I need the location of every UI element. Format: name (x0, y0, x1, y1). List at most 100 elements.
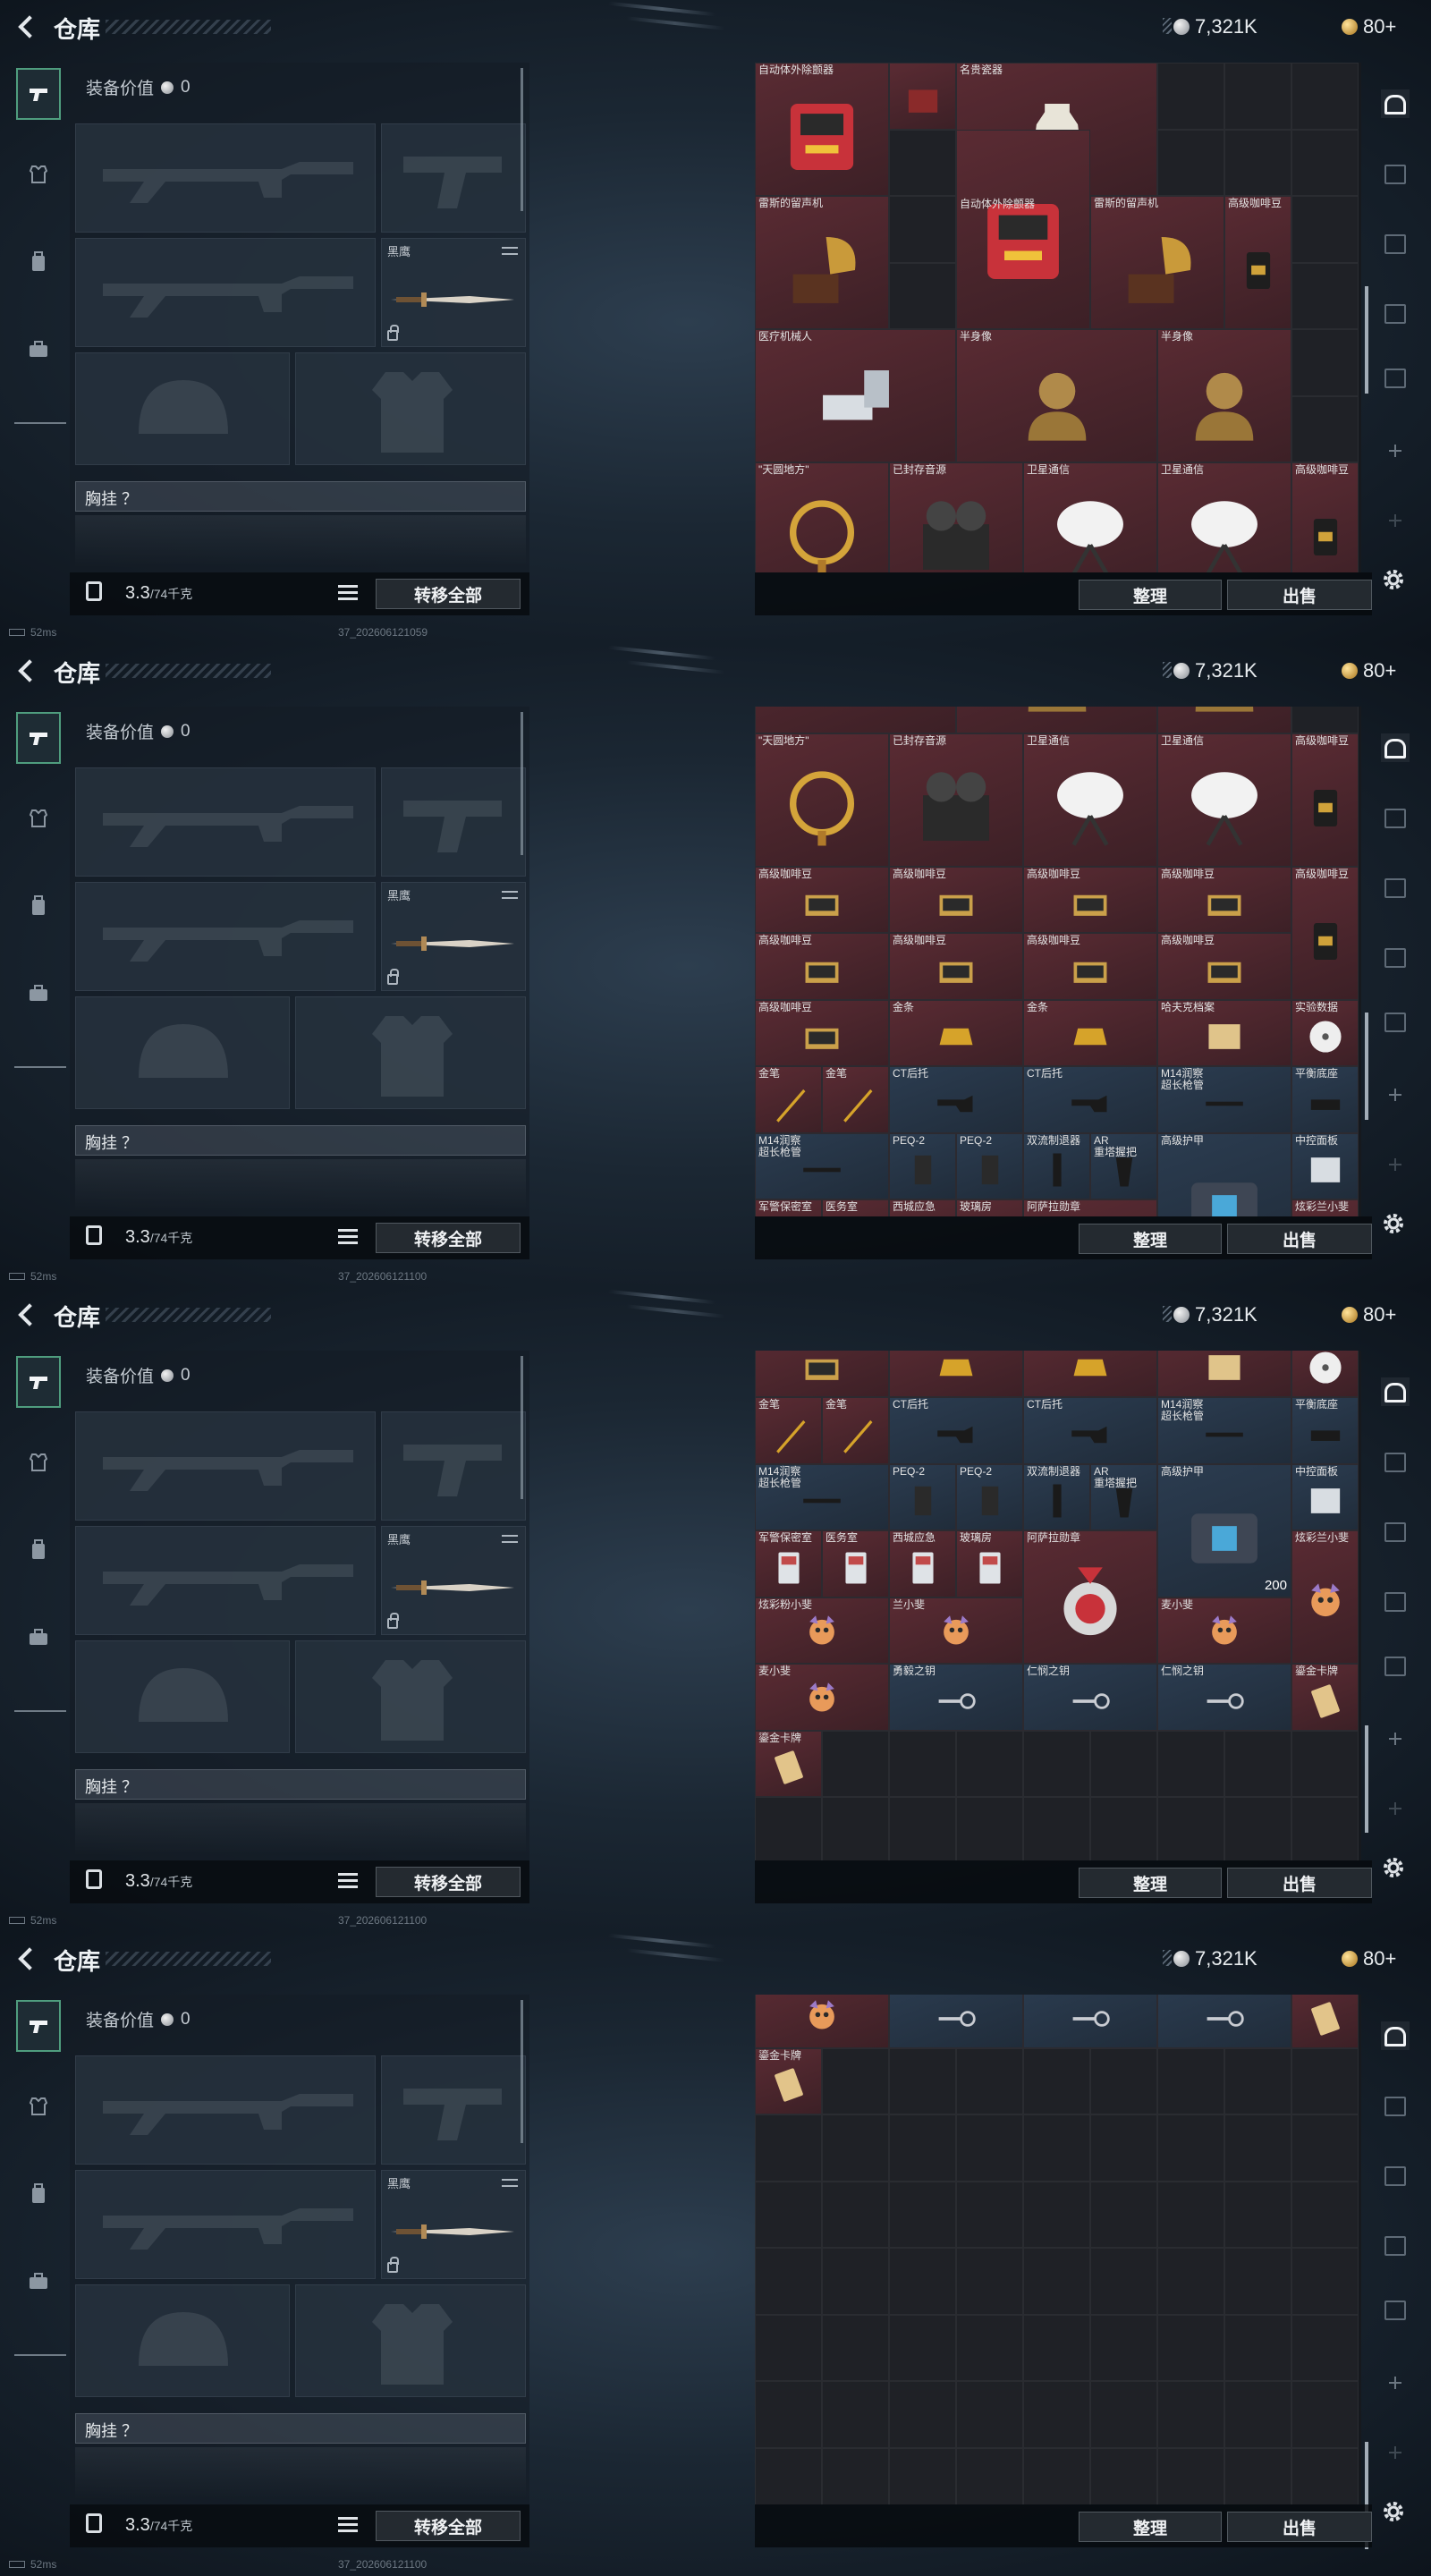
empty-grid-cell[interactable] (1023, 2447, 1090, 2504)
empty-grid-cell[interactable] (1157, 2114, 1224, 2182)
tab-weapons[interactable] (16, 2000, 61, 2052)
empty-grid-cell[interactable] (755, 2114, 822, 2182)
silver-currency[interactable]: 7,321K (1163, 1302, 1257, 1327)
inventory-item[interactable]: 金条 (1023, 999, 1157, 1067)
empty-grid-cell[interactable] (1291, 395, 1359, 462)
tab-backpack[interactable] (16, 236, 61, 288)
inventory-item[interactable]: AR 重塔握把 (1090, 1463, 1157, 1531)
warehouse-tab-5[interactable] (1381, 1007, 1410, 1036)
inventory-item[interactable]: 仁悯之钥 (1023, 1664, 1157, 1731)
melee-slot[interactable]: 黑鹰 (381, 2170, 526, 2279)
empty-grid-cell[interactable] (755, 2447, 822, 2504)
inventory-item[interactable]: 中控面板 (1291, 1132, 1359, 1200)
warehouse-tab-4[interactable] (1381, 1587, 1410, 1615)
warehouse-scrollbar[interactable] (1365, 286, 1368, 394)
chest-rig-slot[interactable]: 胸挂 ？ (75, 481, 526, 512)
warehouse-tab-4[interactable] (1381, 299, 1410, 327)
warehouse-tab-5[interactable] (1381, 1651, 1410, 1680)
inventory-item[interactable]: 实验数据 (1291, 1351, 1359, 1398)
tab-case[interactable] (16, 1612, 61, 1664)
inventory-item[interactable]: 炫彩兰小斐 (1291, 1530, 1359, 1665)
empty-grid-cell[interactable] (1157, 2248, 1224, 2315)
warehouse-scrollbar[interactable] (1365, 1725, 1368, 1834)
loadout-scrollbar[interactable] (521, 712, 523, 855)
tab-case[interactable] (16, 324, 61, 376)
armor-slot[interactable] (295, 1640, 526, 1753)
inventory-item[interactable]: 麦小斐 (1157, 1597, 1291, 1665)
empty-grid-cell[interactable] (1291, 196, 1359, 263)
inventory-item[interactable]: 平衡底座 (1291, 1397, 1359, 1464)
list-icon[interactable] (338, 1873, 358, 1889)
inventory-item[interactable]: 半身像 (1157, 329, 1291, 462)
empty-grid-cell[interactable] (1224, 2114, 1291, 2182)
inventory-item[interactable]: 仁悯之钥 (1023, 1995, 1157, 2048)
empty-grid-cell[interactable] (1023, 2314, 1090, 2382)
warehouse-tab-3[interactable] (1381, 2161, 1410, 2190)
empty-grid-cell[interactable] (1291, 2114, 1359, 2182)
empty-grid-cell[interactable] (822, 1730, 889, 1798)
silver-currency[interactable]: 7,321K (1163, 14, 1257, 39)
swap-icon[interactable] (502, 888, 518, 901)
inventory-item[interactable]: 半身像 (1157, 707, 1291, 733)
inventory-item[interactable]: 西城应急 (889, 1530, 956, 1597)
sort-button[interactable]: 整理 (1079, 580, 1222, 610)
empty-grid-cell[interactable] (1090, 1797, 1157, 1860)
tab-weapons[interactable] (16, 1356, 61, 1408)
empty-grid-cell[interactable] (1224, 1797, 1291, 1860)
inventory-item[interactable]: 高级咖啡豆 (1157, 866, 1291, 934)
empty-grid-cell[interactable] (1224, 2181, 1291, 2249)
empty-grid-cell[interactable] (1224, 2447, 1291, 2504)
add-storage-icon[interactable] (1381, 436, 1410, 465)
inventory-item[interactable]: 双流制退器 (1023, 1132, 1090, 1200)
inventory-item[interactable]: 炫彩粉小斐 (755, 1597, 889, 1665)
warehouse-tab-all[interactable] (1381, 733, 1410, 762)
tab-armor[interactable] (16, 792, 61, 844)
inventory-item[interactable]: PEQ-2 (956, 1463, 1023, 1531)
warehouse-tab-all[interactable] (1381, 2021, 1410, 2050)
inventory-item[interactable]: 高级咖啡豆 (755, 866, 889, 934)
tab-armor[interactable] (16, 1436, 61, 1488)
empty-grid-cell[interactable] (1291, 329, 1359, 396)
silver-currency[interactable]: 7,321K (1163, 1946, 1257, 1971)
empty-grid-cell[interactable] (956, 1730, 1023, 1798)
tab-case[interactable] (16, 2256, 61, 2308)
inventory-item[interactable]: 麦小斐 (755, 1664, 889, 1731)
inventory-item[interactable]: M14润察 超长枪管 (755, 1463, 889, 1531)
empty-grid-cell[interactable] (1157, 2381, 1224, 2448)
add-storage-icon[interactable] (1381, 506, 1410, 535)
list-icon[interactable] (338, 1229, 358, 1245)
empty-grid-cell[interactable] (1224, 2248, 1291, 2315)
empty-grid-cell[interactable] (1023, 2181, 1090, 2249)
armor-slot[interactable] (295, 996, 526, 1109)
empty-grid-cell[interactable] (755, 2248, 822, 2315)
empty-grid-cell[interactable] (889, 1730, 956, 1798)
empty-grid-cell[interactable] (755, 2381, 822, 2448)
settings-icon[interactable] (1381, 1211, 1406, 1236)
empty-grid-cell[interactable] (1090, 2314, 1157, 2382)
warehouse-tab-all[interactable] (1381, 1377, 1410, 1406)
helmet-slot[interactable] (75, 996, 290, 1109)
warehouse-grid[interactable]: 麦小斐勇毅之钥仁悯之钥仁悯之钥鎏金卡牌鎏金卡牌 (755, 1995, 1361, 2504)
inventory-item[interactable]: 麦小斐 (755, 1995, 889, 2048)
add-storage-icon[interactable] (1381, 2438, 1410, 2467)
inventory-item[interactable]: CT后托 (1023, 1397, 1157, 1464)
silver-currency[interactable]: 7,321K (1163, 658, 1257, 683)
empty-grid-cell[interactable] (1157, 1797, 1224, 1860)
empty-grid-cell[interactable] (1090, 2047, 1157, 2115)
inventory-item[interactable]: 鎏金卡牌 (1291, 1664, 1359, 1731)
inventory-item[interactable]: PEQ-2 (889, 1463, 956, 1531)
inventory-item[interactable]: 高级咖啡豆 (755, 933, 889, 1000)
inventory-item[interactable]: 卫星通信 (1157, 462, 1291, 572)
empty-grid-cell[interactable] (1023, 2381, 1090, 2448)
tab-armor[interactable] (16, 2080, 61, 2132)
settings-icon[interactable] (1381, 1855, 1406, 1880)
melee-slot[interactable]: 黑鹰 (381, 238, 526, 347)
empty-grid-cell[interactable] (1090, 2114, 1157, 2182)
inventory-item[interactable]: 西城应急 (889, 1199, 956, 1216)
add-storage-icon[interactable] (1381, 2368, 1410, 2397)
warehouse-tab-2[interactable] (1381, 803, 1410, 832)
inventory-item[interactable]: 金条 (1023, 1351, 1157, 1398)
inventory-item[interactable]: 已封存音源 (889, 462, 1023, 572)
inventory-item[interactable]: 阿萨拉勋章 (1023, 1199, 1157, 1216)
empty-grid-cell[interactable] (1224, 2314, 1291, 2382)
